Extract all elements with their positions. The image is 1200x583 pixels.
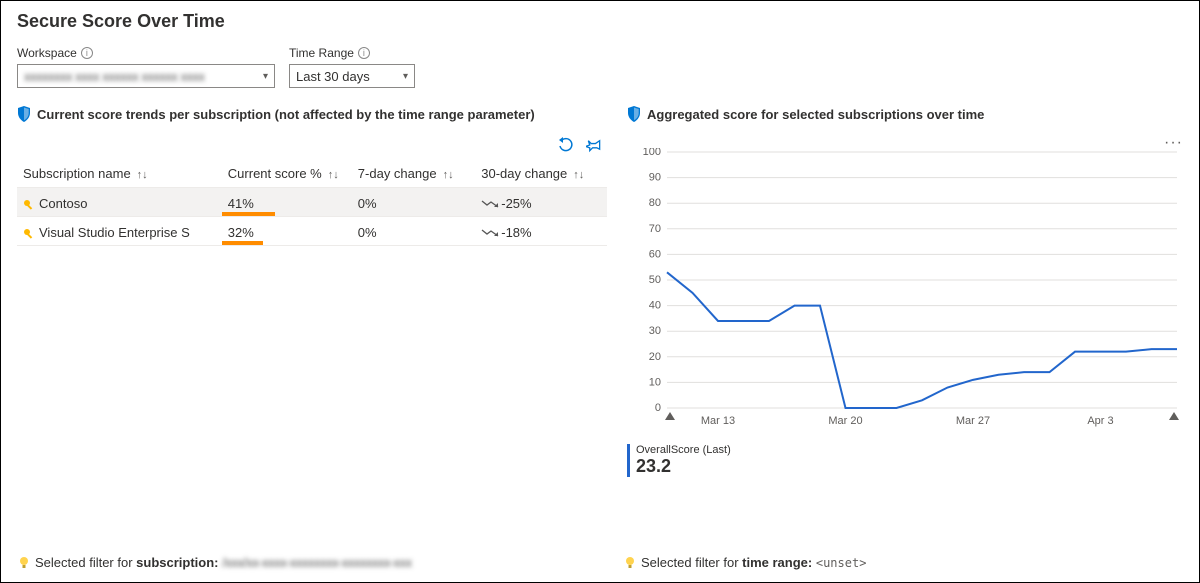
footer-subscription-filter: Selected filter for subscription: /xxx/x…	[35, 555, 412, 570]
aggregated-score-chart[interactable]: 0 10 20 30 40 50 60 70 80 90 100 Mar 13 Mar 20 Mar 27…	[627, 148, 1183, 438]
svg-text:50: 50	[649, 274, 661, 286]
lightbulb-icon	[623, 556, 637, 570]
svg-text:Mar 27: Mar 27	[956, 415, 990, 427]
pin-icon[interactable]	[585, 136, 603, 154]
workspace-label: Workspace i	[17, 46, 275, 60]
sort-icon: ↑↓	[328, 169, 339, 181]
footer-timerange-filter: Selected filter for time range: <unset>	[641, 555, 866, 570]
svg-text:0: 0	[655, 402, 661, 414]
trend-down-icon	[481, 226, 501, 241]
trend-down-icon	[481, 197, 501, 212]
shield-icon	[627, 106, 641, 122]
svg-text:80: 80	[649, 197, 661, 209]
col-score[interactable]: Current score %↑↓	[222, 160, 352, 188]
right-panel-title: Aggregated score for selected subscripti…	[647, 107, 984, 122]
svg-text:70: 70	[649, 223, 661, 235]
svg-text:60: 60	[649, 248, 661, 260]
svg-text:20: 20	[649, 351, 661, 363]
lightbulb-icon	[17, 556, 31, 570]
subscription-trends-table: Subscription name↑↓ Current score %↑↓ 7-…	[17, 160, 607, 246]
svg-text:Mar 20: Mar 20	[828, 415, 862, 427]
table-row[interactable]: Visual Studio Enterprise S32%0%-18%	[17, 217, 607, 246]
left-panel-title: Current score trends per subscription (n…	[37, 107, 535, 122]
col-subscription[interactable]: Subscription name↑↓	[17, 160, 222, 188]
col-30day[interactable]: 30-day change↑↓	[475, 160, 607, 188]
table-row[interactable]: Contoso41%0%-25%	[17, 188, 607, 217]
info-icon[interactable]: i	[358, 47, 370, 59]
svg-text:40: 40	[649, 300, 661, 312]
timerange-dropdown[interactable]: Last 30 days ▾	[289, 64, 415, 88]
workspace-dropdown[interactable]: xxxxxxxx xxxx xxxxxx xxxxxx xxxx ▾	[17, 64, 275, 88]
info-icon[interactable]: i	[81, 47, 93, 59]
svg-text:100: 100	[643, 148, 661, 158]
col-7day[interactable]: 7-day change↑↓	[352, 160, 475, 188]
undo-icon[interactable]	[557, 136, 575, 154]
svg-text:30: 30	[649, 325, 661, 337]
svg-text:90: 90	[649, 172, 661, 184]
svg-text:Mar 13: Mar 13	[701, 415, 735, 427]
timerange-label: Time Range i	[289, 46, 415, 60]
metric-value: 23.2	[636, 456, 1183, 477]
sort-icon: ↑↓	[137, 169, 148, 181]
key-icon	[23, 228, 35, 240]
svg-text:Apr 3: Apr 3	[1087, 415, 1113, 427]
chevron-down-icon: ▾	[403, 71, 408, 82]
shield-icon	[17, 106, 31, 122]
key-icon	[23, 199, 35, 211]
chevron-down-icon: ▾	[263, 71, 268, 82]
metric-label: OverallScore (Last)	[636, 444, 1183, 456]
page-title: Secure Score Over Time	[17, 11, 1183, 32]
svg-text:10: 10	[649, 376, 661, 388]
sort-icon: ↑↓	[573, 169, 584, 181]
sort-icon: ↑↓	[443, 169, 454, 181]
